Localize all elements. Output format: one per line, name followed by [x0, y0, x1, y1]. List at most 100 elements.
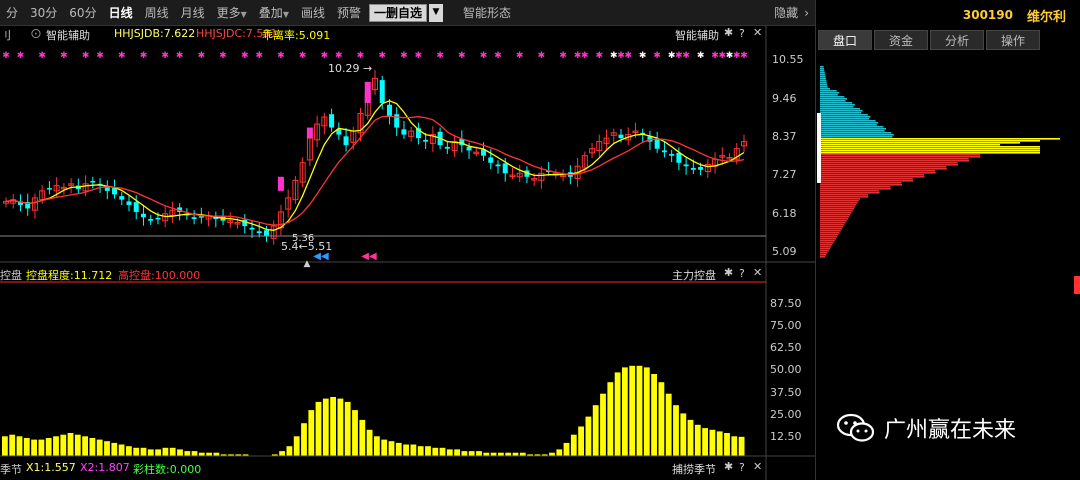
right-tabs: 盘口 资金 分析 操作: [816, 30, 1080, 52]
control-bar: [403, 444, 409, 456]
control-bar: [31, 439, 37, 456]
signal-star: ✱: [219, 51, 227, 61]
price-tick-5: 5.09: [772, 245, 797, 258]
chip-bar: [820, 78, 826, 80]
signal-star: ✱: [639, 51, 647, 61]
main-indicator-0-text: HHJSJDB:7.622: [114, 27, 196, 40]
signal-star: ✱: [538, 51, 546, 61]
control-bar-series: [2, 365, 745, 456]
control-bar: [74, 434, 81, 456]
control-bar: [454, 449, 460, 456]
control-bar: [468, 451, 475, 456]
chip-bar: [820, 102, 853, 104]
tab-funds[interactable]: 资金: [874, 30, 928, 50]
chip-bar: [820, 114, 868, 116]
control-bar: [23, 438, 30, 456]
signal-star: ✱: [321, 51, 329, 61]
chip-bar: [820, 66, 824, 68]
control-bar: [147, 449, 154, 456]
sub2-panel-name[interactable]: 季节: [0, 461, 22, 477]
main-panel-edge-label: 刂: [0, 29, 11, 42]
high-price-annotation: 10.29 →: [328, 62, 372, 75]
control-bar: [191, 451, 198, 456]
chart-area[interactable]: ✱ ✱ ✱ ✱ ✱ ✱ ✱ ✱ ✱ ✱ ✱ ✱ ✱ ✱ ✱ ✱ ✱ ✱ ✱ ✱ ✱ ✱ ✱ ✱ ✱ ✱ ✱ ✱ ✱ ✱ ✱ ✱ ✱ ✱ ✱ ✱ ✱ ✱ ✱ ✱…: [0, 0, 815, 480]
tab-operation[interactable]: 操作: [986, 30, 1040, 50]
chip-bar: [820, 222, 846, 224]
signal-star: ✱: [357, 51, 365, 61]
chip-bar: [820, 172, 936, 174]
chip-bar: [820, 228, 842, 230]
control-bar: [184, 451, 191, 456]
chip-bar: [820, 104, 855, 106]
candle-body-down: [669, 153, 675, 156]
sub1-gear-icon[interactable]: ✱: [724, 266, 733, 279]
control-bar: [293, 436, 300, 456]
control-bar: [716, 431, 723, 456]
candle-body-down: [379, 80, 385, 103]
control-bar: [301, 423, 307, 456]
signal-star: ✱: [299, 51, 307, 61]
chip-bar: [820, 92, 840, 94]
signal-star: ✱: [682, 51, 690, 61]
control-bar: [563, 442, 570, 456]
candle-body-down: [119, 196, 125, 200]
control-bar: [724, 433, 730, 456]
control-bar: [53, 436, 59, 456]
chip-bar: [820, 162, 958, 164]
main-help-icon[interactable]: ?: [739, 27, 745, 40]
control-bar: [126, 446, 132, 456]
candle-body-down: [155, 217, 161, 220]
control-bar: [104, 441, 110, 456]
sub2-gear-icon[interactable]: ✱: [724, 460, 733, 473]
sub1-panel-name[interactable]: 控盘: [0, 267, 22, 283]
chip-bar: [820, 156, 981, 158]
main-panel-name[interactable]: 智能辅助: [46, 27, 90, 43]
signal-star: ✱: [335, 51, 343, 61]
control-bar: [738, 436, 745, 456]
chip-bar: [820, 232, 840, 234]
sub1-tick-3: 50.00: [770, 363, 802, 376]
chip-bar: [820, 122, 879, 124]
sub2-close-icon[interactable]: ✕: [753, 460, 762, 473]
axes: ▲◀◀ ◀◀: [0, 26, 815, 480]
main-close-icon[interactable]: ✕: [753, 26, 762, 39]
chip-bar: [820, 118, 869, 120]
control-bar: [118, 444, 125, 456]
chip-bar: [820, 220, 847, 222]
chip-bar: [820, 256, 826, 258]
chip-bar: [820, 76, 826, 78]
watermark: 广州赢在未来: [836, 412, 1016, 444]
chip-bar: [820, 214, 851, 216]
control-bar: [395, 442, 402, 456]
chip-bar: [820, 178, 913, 180]
chip-bar: [820, 218, 848, 220]
control-bar: [592, 405, 599, 456]
main-gear-icon[interactable]: ✱: [724, 26, 733, 39]
tab-analysis[interactable]: 分析: [930, 30, 984, 50]
control-bar: [556, 449, 563, 456]
control-bar: [643, 367, 650, 456]
price-tick-3: 7.27: [772, 168, 797, 181]
signal-block: [364, 81, 371, 103]
candle-body-down: [148, 219, 154, 221]
chip-bar: [820, 84, 828, 86]
signal-star: ✱: [60, 51, 68, 61]
control-bar: [702, 428, 708, 456]
control-bar: [133, 447, 140, 456]
sub2-indicator-2-text: 彩柱数:0.000: [133, 463, 202, 476]
sub2-help-icon[interactable]: ?: [739, 461, 745, 474]
tab-order-book[interactable]: 盘口: [818, 30, 872, 50]
main-indicator-2-text: 乖离率:5.091: [262, 29, 331, 42]
sub1-close-icon[interactable]: ✕: [753, 266, 762, 279]
signal-star: ✱: [624, 51, 632, 61]
sub1-help-icon[interactable]: ?: [739, 267, 745, 280]
candle-body-down: [343, 136, 349, 146]
candlestick-series: ✱ ✱ ✱ ✱ ✱ ✱ ✱ ✱ ✱ ✱ ✱ ✱ ✱ ✱ ✱ ✱ ✱ ✱ ✱ ✱ ✱ ✱ ✱ ✱ ✱ ✱ ✱ ✱ ✱ ✱ ✱ ✱ ✱ ✱ ✱ ✱ ✱ ✱ ✱ ✱…: [2, 51, 748, 245]
chip-bar: [820, 236, 838, 238]
chip-bar: [820, 176, 925, 178]
control-bar: [352, 410, 358, 456]
chip-bar: [820, 244, 833, 246]
main-panel-collapse-icon[interactable]: ⊙: [30, 26, 42, 42]
chip-bar: [820, 212, 852, 214]
chip-bar: [820, 140, 1040, 142]
